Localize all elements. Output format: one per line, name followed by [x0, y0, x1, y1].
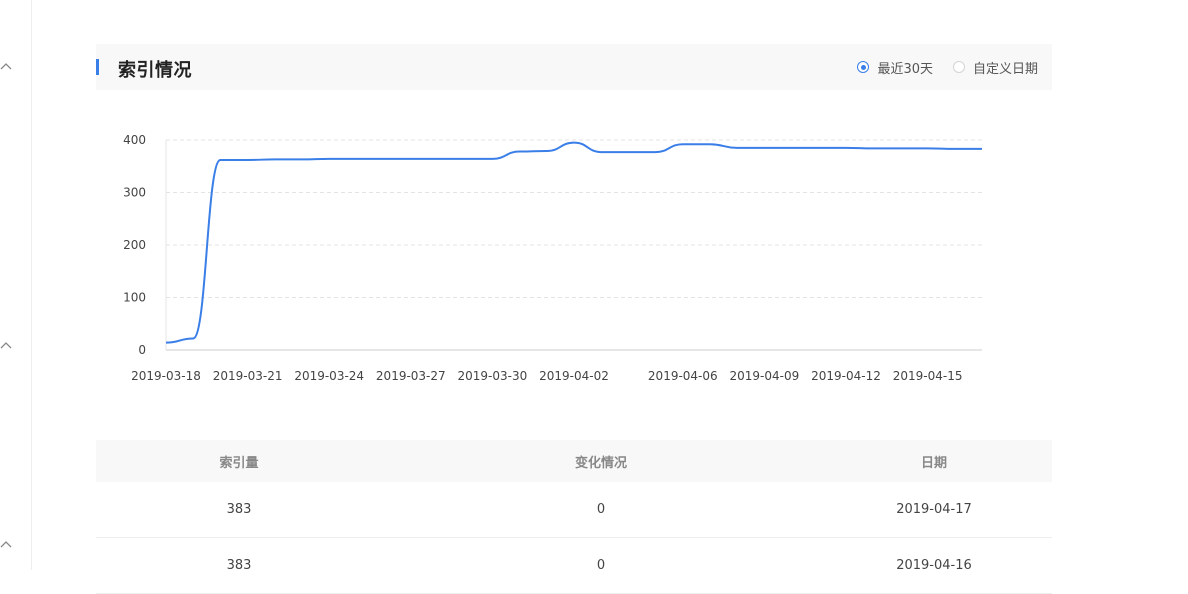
cell-index-count: 383	[226, 558, 252, 573]
cell-index-count: 383	[226, 502, 252, 517]
col-header-change: 变化情况	[574, 455, 627, 471]
radio-last-30-days[interactable]: 最近30天	[857, 58, 933, 77]
cell-date: 2019-04-16	[896, 558, 972, 573]
cell-change: 0	[596, 502, 606, 517]
series-line	[165, 141, 982, 344]
radio-unchecked-icon[interactable]	[952, 61, 965, 73]
y-tick-label: 200	[123, 238, 146, 252]
x-tick-label: 2019-03-27	[376, 369, 446, 383]
x-tick-label: 2019-04-12	[811, 369, 881, 383]
table-header: 索引量 变化情况 日期	[96, 440, 1052, 482]
col-header-date: 日期	[920, 455, 947, 471]
table-row: 383 0 2019-04-17	[96, 482, 1052, 538]
radio-label: 最近30天	[877, 61, 933, 77]
y-tick-label: 0	[138, 343, 146, 357]
x-tick-label: 2019-03-30	[458, 369, 528, 383]
radio-checked-icon[interactable]	[857, 61, 870, 73]
col-header-index-count: 索引量	[219, 455, 259, 471]
x-tick-label: 2019-03-24	[294, 369, 364, 383]
x-tick-label: 2019-04-09	[730, 369, 800, 383]
x-tick-label: 2019-04-06	[648, 369, 718, 383]
chart-svg: 0 100 200 300 400 2019-03-18 2019-03-21 2019-03…	[123, 133, 982, 383]
y-tick-label: 400	[123, 133, 146, 147]
table-row: 383 0 2019-04-16	[96, 538, 1052, 594]
radio-label: 自定义日期	[972, 61, 1038, 77]
cell-change: 0	[596, 558, 606, 573]
x-tick-label: 2019-03-21	[213, 369, 283, 383]
left-sidebar	[0, 0, 32, 570]
section-title: 索引情况	[118, 60, 192, 81]
y-tick-label: 300	[123, 186, 146, 200]
y-tick-label: 100	[123, 291, 146, 305]
chevron-up-icon[interactable]	[0, 60, 13, 74]
x-tick-label: 2019-03-18	[131, 369, 201, 383]
radio-custom-date[interactable]: 自定义日期	[952, 58, 1038, 77]
index-chart: 0 100 200 300 400 2019-03-18 2019-03-21 2019-03…	[96, 120, 1052, 400]
chevron-up-icon[interactable]	[0, 339, 13, 353]
chevron-up-icon[interactable]	[0, 538, 13, 552]
x-tick-label: 2019-04-02	[539, 369, 609, 383]
date-range-selector: 最近30天 自定义日期	[837, 58, 1038, 77]
x-tick-label: 2019-04-15	[893, 369, 963, 383]
cell-date: 2019-04-17	[896, 502, 972, 517]
section-header: 索引情况 最近30天 自定义日期	[96, 44, 1052, 90]
index-table: 索引量 变化情况 日期 383 0 2019-04-17 383 0 2019-…	[96, 440, 1052, 594]
accent-bar	[96, 59, 99, 75]
